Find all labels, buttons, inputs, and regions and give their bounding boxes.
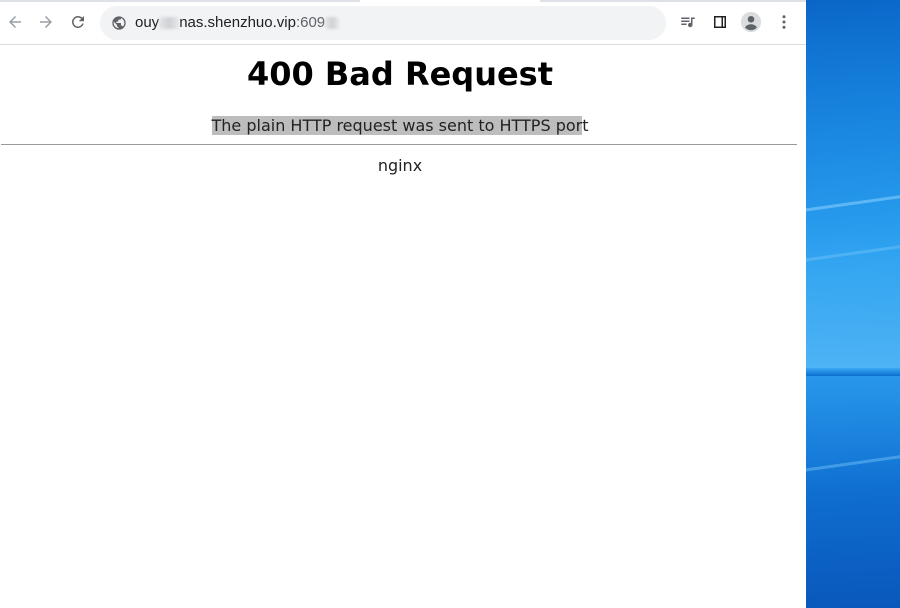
page-content: 400 Bad Request The plain HTTP request w… (0, 45, 806, 608)
wallpaper-lower-pane (806, 376, 900, 608)
media-controls-button[interactable] (674, 8, 702, 36)
url-start: ouy (135, 14, 160, 31)
arrow-right-icon (40, 16, 52, 28)
globe-icon[interactable] (111, 15, 127, 31)
url-host: nas.shenzhuo.vip (179, 14, 296, 31)
error-message-tail: t (582, 116, 589, 135)
media-playlist-icon (681, 17, 695, 28)
page-title: 400 Bad Request (246, 55, 554, 93)
error-message: The plain HTTP request was sent to HTTPS… (211, 116, 589, 135)
active-tab-edge (360, 0, 540, 2)
more-vert-icon (782, 15, 786, 29)
forward-button[interactable] (32, 8, 60, 36)
url-text[interactable]: ouy nas.shenzhuo.vip:609 (135, 6, 340, 40)
reload-button[interactable] (64, 8, 92, 36)
url-port: :609 (295, 14, 326, 31)
browser-window: ouy nas.shenzhuo.vip:609 400 Bad Request … (0, 0, 806, 608)
redacted-segment (325, 17, 340, 30)
side-panel-icon (714, 16, 726, 28)
account-icon (740, 11, 762, 33)
reload-icon (71, 15, 84, 28)
browser-menu-button[interactable] (770, 8, 798, 36)
desktop-wallpaper (806, 0, 900, 608)
browser-toolbar: ouy nas.shenzhuo.vip:609 (0, 0, 806, 45)
tab-strip-edge (0, 0, 806, 2)
wallpaper-light-beam (806, 0, 900, 370)
arrow-left-icon (9, 16, 21, 28)
server-signature: nginx (377, 156, 423, 175)
wallpaper-pane-edge (806, 368, 900, 376)
address-bar[interactable]: ouy nas.shenzhuo.vip:609 (100, 6, 666, 40)
selected-text: The plain HTTP request was sent to HTTPS… (211, 116, 583, 135)
side-panel-button[interactable] (706, 8, 734, 36)
redacted-segment (159, 17, 180, 30)
profile-button[interactable] (737, 8, 765, 36)
divider (1, 144, 797, 145)
error-message-block: The plain HTTP request was sent to HTTPS… (0, 115, 800, 137)
back-button[interactable] (1, 8, 29, 36)
